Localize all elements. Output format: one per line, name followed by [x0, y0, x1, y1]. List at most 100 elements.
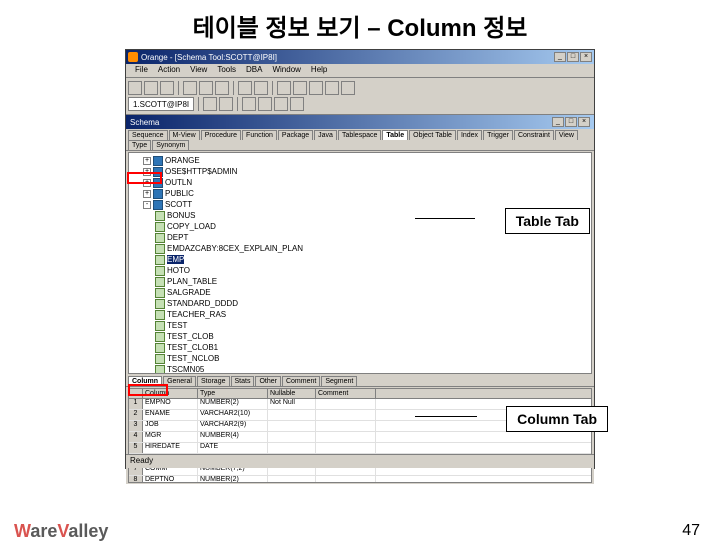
table-icon	[155, 321, 165, 331]
toolbar-button[interactable]	[309, 81, 323, 95]
grid-row[interactable]: 5HIREDATEDATE	[129, 443, 591, 454]
schema-tree[interactable]: + ORANGE + OSE$HTTP$ADMIN + OUTLN + PUBLIC - SCOT…	[128, 152, 592, 374]
tree-node-label[interactable]: SCOTT	[165, 200, 192, 209]
tab-function[interactable]: Function	[242, 130, 277, 140]
tree-node-label[interactable]: PUBLIC	[165, 189, 194, 198]
toolbar-button[interactable]	[215, 81, 229, 95]
inner-minimize[interactable]: _	[552, 117, 564, 127]
inner-close[interactable]: ×	[578, 117, 590, 127]
menu-dba[interactable]: DBA	[241, 64, 267, 77]
tab-synonym[interactable]: Synonym	[152, 140, 189, 150]
tab-view[interactable]: View	[555, 130, 578, 140]
toolbar-button[interactable]	[128, 81, 142, 95]
tree-node-label[interactable]: OSE$HTTP$ADMIN	[165, 167, 237, 176]
menu-help[interactable]: Help	[306, 64, 332, 77]
grid-cell: VARCHAR2(10)	[198, 410, 268, 420]
tree-node-label[interactable]: EMDAZCABY:8CEX_EXPLAIN_PLAN	[167, 244, 303, 253]
tree-expander[interactable]: +	[143, 157, 151, 165]
detail-tab-other[interactable]: Other	[255, 376, 281, 386]
detail-tab-comment[interactable]: Comment	[282, 376, 320, 386]
toolbar-button[interactable]	[277, 81, 291, 95]
toolbar-button[interactable]	[238, 81, 252, 95]
detail-tab-column[interactable]: Column	[128, 376, 162, 386]
tree-node-label[interactable]: SALGRADE	[167, 288, 211, 297]
tree-node-label[interactable]: EMP	[167, 255, 184, 264]
tab-table[interactable]: Table	[382, 130, 408, 140]
grid-cell: 8	[129, 476, 143, 483]
table-icon	[155, 244, 165, 254]
toolbar-button[interactable]	[219, 97, 233, 111]
tree-node-label[interactable]: ORANGE	[165, 156, 200, 165]
close-button[interactable]: ×	[580, 52, 592, 62]
tree-node-label[interactable]: BONUS	[167, 211, 195, 220]
tab-trigger[interactable]: Trigger	[483, 130, 513, 140]
connection-selector[interactable]: 1.SCOTT@IP8I	[128, 97, 194, 111]
detail-tab-general[interactable]: General	[163, 376, 196, 386]
toolbar-button[interactable]	[293, 81, 307, 95]
minimize-button[interactable]: _	[554, 52, 566, 62]
column-grid[interactable]: ColumnTypeNullableComment 1EMPNONUMBER(2…	[128, 388, 592, 483]
detail-tab-stats[interactable]: Stats	[231, 376, 255, 386]
toolbar-button[interactable]	[341, 81, 355, 95]
menu-file[interactable]: File	[130, 64, 153, 77]
tree-node-label[interactable]: TEACHER_RAS	[167, 310, 226, 319]
menu-tools[interactable]: Tools	[212, 64, 241, 77]
tree-node-label[interactable]: OUTLN	[165, 178, 192, 187]
tab-sequence[interactable]: Sequence	[128, 130, 168, 140]
toolbar-button[interactable]	[203, 97, 217, 111]
tab-constraint[interactable]: Constraint	[514, 130, 554, 140]
grid-cell	[316, 421, 376, 431]
inner-maximize[interactable]: □	[565, 117, 577, 127]
grid-row[interactable]: 4MGRNUMBER(4)	[129, 432, 591, 443]
tab-package[interactable]: Package	[278, 130, 313, 140]
detail-tab-storage[interactable]: Storage	[197, 376, 230, 386]
toolbar-button[interactable]	[242, 97, 256, 111]
column-header[interactable]: Type	[198, 389, 268, 398]
tree-expander[interactable]: -	[143, 201, 151, 209]
tree-node-label[interactable]: PLAN_TABLE	[167, 277, 217, 286]
toolbar-button[interactable]	[199, 81, 213, 95]
column-header[interactable]: Column	[143, 389, 198, 398]
tree-node-label[interactable]: DEPT	[167, 233, 188, 242]
tab-procedure[interactable]: Procedure	[201, 130, 241, 140]
detail-tab-segment[interactable]: Segment	[321, 376, 357, 386]
toolbar-button[interactable]	[274, 97, 288, 111]
maximize-button[interactable]: □	[567, 52, 579, 62]
grid-row[interactable]: 8DEPTNONUMBER(2)	[129, 476, 591, 483]
tree-node-label[interactable]: TEST_NCLOB	[167, 354, 219, 363]
tab-tablespace[interactable]: Tablespace	[338, 130, 381, 140]
tree-expander[interactable]: +	[143, 190, 151, 198]
table-icon	[155, 365, 165, 375]
toolbar-button[interactable]	[290, 97, 304, 111]
grid-cell	[268, 421, 316, 431]
tab-object-table[interactable]: Object Table	[409, 130, 456, 140]
toolbar-button[interactable]	[325, 81, 339, 95]
tab-java[interactable]: Java	[314, 130, 337, 140]
tab-index[interactable]: Index	[457, 130, 482, 140]
tree-expander[interactable]: +	[143, 179, 151, 187]
window-controls: _ □ ×	[554, 52, 592, 62]
tree-node-label[interactable]: TEST	[167, 321, 187, 330]
tree-node-label[interactable]: HOTO	[167, 266, 190, 275]
column-header[interactable]	[129, 389, 143, 398]
tree-node-label[interactable]: TEST_CLOB1	[167, 343, 218, 352]
tab-m-view[interactable]: M-View	[169, 130, 200, 140]
tree-node-label[interactable]: TEST_CLOB	[167, 332, 214, 341]
toolbar-button[interactable]	[254, 81, 268, 95]
toolbar-button[interactable]	[144, 81, 158, 95]
tree-expander[interactable]: +	[143, 168, 151, 176]
toolbar-button[interactable]	[183, 81, 197, 95]
menu-view[interactable]: View	[185, 64, 212, 77]
toolbar-button[interactable]	[258, 97, 272, 111]
grid-cell: ENAME	[143, 410, 198, 420]
tree-node-label[interactable]: COPY_LOAD	[167, 222, 216, 231]
tree-node-label[interactable]: TSCMN05	[167, 365, 204, 374]
column-header[interactable]: Nullable	[268, 389, 316, 398]
column-header[interactable]: Comment	[316, 389, 376, 398]
tree-node-label[interactable]: STANDARD_DDDD	[167, 299, 238, 308]
tab-type[interactable]: Type	[128, 140, 151, 150]
menu-window[interactable]: Window	[267, 64, 305, 77]
toolbar-button[interactable]	[160, 81, 174, 95]
menu-action[interactable]: Action	[153, 64, 185, 77]
table-icon	[155, 222, 165, 232]
